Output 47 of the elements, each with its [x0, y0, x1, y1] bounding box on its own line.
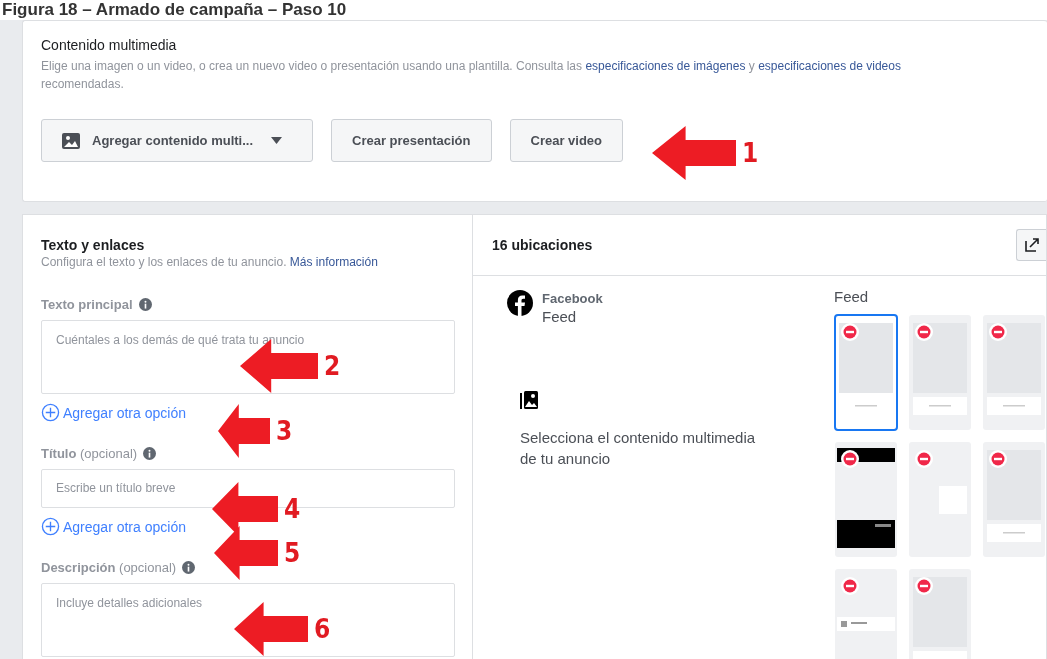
select-media-message: Selecciona el contenido multimedia de tu anuncio	[520, 428, 757, 469]
create-button[interactable]: Crear video	[509, 119, 624, 162]
more-info-link[interactable]: Más información	[289, 255, 378, 269]
panel-subtitle: Configura el texto y los enlaces de tu anuncio.	[41, 255, 288, 269]
placement-thumbnail[interactable]	[834, 441, 898, 558]
info-icon	[182, 561, 196, 574]
step-number: 1	[742, 138, 759, 168]
step-number: 2	[324, 351, 341, 381]
placement-thumbnail[interactable]	[834, 314, 898, 431]
specs-link[interactable]: especificaciones de imágenes	[585, 59, 746, 73]
caret-icon	[271, 137, 283, 144]
media-icon	[520, 391, 538, 411]
placement-thumbnail[interactable]	[908, 568, 972, 659]
placement-name: Feed	[542, 308, 578, 325]
placement-thumbnail[interactable]	[908, 314, 972, 431]
platform-name: Facebook	[542, 290, 603, 308]
info-icon	[143, 447, 157, 460]
plus-circle-icon	[41, 403, 60, 422]
specs-link[interactable]: especificaciones de videos	[758, 59, 901, 73]
facebook-logo-icon	[507, 290, 533, 316]
add-media-dropdown[interactable]: Agregar contenido multi...	[41, 119, 313, 162]
field-label: Descripción (opcional)	[41, 560, 177, 575]
add-option-link[interactable]: Agregar otra opción	[41, 517, 186, 536]
placement-thumbnail[interactable]	[908, 441, 972, 558]
section-description: Elige una imagen o un video, o crea un nuevo video o presentación usando una plantilla. Consulta las especificaciones de imágenes y especificaciones de videos recomendadas.	[41, 58, 902, 93]
plus-circle-icon	[41, 517, 60, 536]
field-label: Título (opcional)	[41, 446, 138, 461]
create-button[interactable]: Crear presentación	[331, 119, 492, 162]
figure-caption: Figura 18 – Armado de campaña – Paso 10	[2, 0, 348, 20]
step-number: 3	[276, 416, 293, 446]
panel-title: Texto y enlaces	[41, 237, 146, 253]
placements-count: 16 ubicaciones	[492, 237, 593, 253]
expand-button[interactable]	[1016, 229, 1046, 261]
field-label: Texto principal	[41, 297, 133, 312]
section-title: Contenido multimedia	[41, 37, 178, 53]
placement-thumbnail[interactable]	[982, 314, 1046, 431]
info-icon	[138, 298, 152, 311]
step-number: 5	[284, 538, 301, 568]
placement-thumbnail[interactable]	[834, 568, 898, 659]
placement-thumbnail[interactable]	[982, 441, 1046, 558]
grid-title: Feed	[834, 288, 870, 305]
arrow-annotation	[214, 526, 278, 580]
add-option-link[interactable]: Agregar otra opción	[41, 403, 186, 422]
arrow-annotation	[218, 404, 270, 458]
step-number: 6	[314, 614, 331, 644]
expand-icon	[1025, 238, 1039, 252]
image-icon	[62, 132, 80, 149]
